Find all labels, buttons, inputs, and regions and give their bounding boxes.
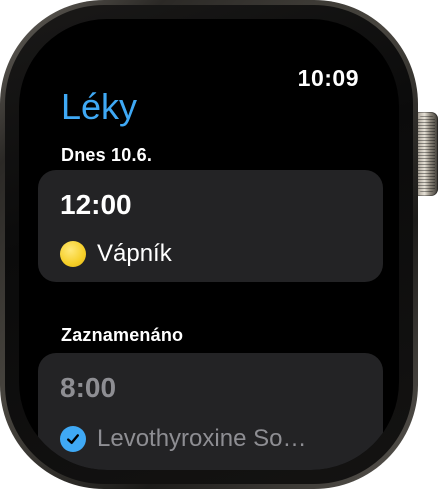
medication-name: Vápník: [97, 240, 172, 267]
watch-screen: 10:09 Léky Dnes 10.6. 12:00 Vápník Zazna…: [19, 19, 399, 470]
logged-time: 8:00: [60, 372, 117, 403]
crown-ridges: [418, 116, 435, 192]
watch-case-inner: 10:09 Léky Dnes 10.6. 12:00 Vápník Zazna…: [5, 5, 413, 484]
watch-stage: 10:09 Léky Dnes 10.6. 12:00 Vápník Zazna…: [0, 0, 441, 489]
today-section-label: Dnes 10.6.: [61, 145, 153, 165]
watch-case: 10:09 Léky Dnes 10.6. 12:00 Vápník Zazna…: [0, 0, 418, 489]
logged-medication-row: Levothyroxine So…: [60, 425, 306, 453]
scheduled-time: 12:00: [60, 189, 132, 220]
medication-row: Vápník: [60, 240, 172, 268]
logged-medication-card[interactable]: 8:00 Levothyroxine So…: [38, 353, 383, 470]
checkmark-icon: [60, 426, 86, 452]
status-time: 10:09: [297, 65, 359, 91]
scheduled-medication-card[interactable]: 12:00 Vápník: [38, 170, 383, 282]
logged-medication-name: Levothyroxine So…: [97, 425, 307, 452]
page-title: Léky: [61, 86, 138, 127]
logged-section-label: Zaznamenáno: [61, 325, 184, 345]
yellow-pill-dot-icon: [60, 241, 86, 267]
